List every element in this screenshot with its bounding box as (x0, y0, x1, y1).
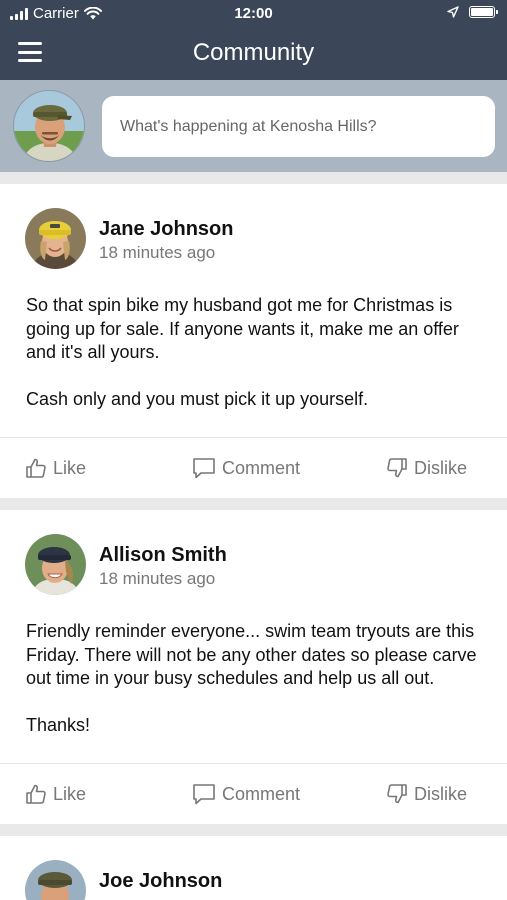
post-timestamp: 18 minutes ago (99, 243, 216, 262)
author-avatar[interactable] (25, 208, 86, 269)
comment-button[interactable]: Comment (192, 457, 300, 479)
post-card: Joe Johnson (0, 836, 507, 900)
post-composer (0, 80, 507, 172)
dislike-label: Dislike (414, 457, 468, 478)
page-title: Community (192, 39, 315, 66)
post-author[interactable]: Jane Johnson (99, 218, 233, 241)
author-avatar[interactable] (25, 860, 86, 900)
post-card: Allison Smith 18 minutes ago Friendly re… (0, 510, 507, 824)
dislike-button[interactable]: Dislike (386, 783, 467, 805)
post-header: Allison Smith 18 minutes ago (0, 510, 507, 596)
comment-label: Comment (222, 783, 301, 804)
post-paragraph: Cash only and you must pick it up yourse… (26, 388, 369, 409)
post-actions: Like Comment Dislike (0, 763, 507, 824)
thumbs-down-icon (387, 458, 407, 478)
comment-button[interactable]: Comment (192, 783, 300, 805)
post-paragraph: Thanks! (26, 714, 91, 735)
post-header: Joe Johnson (0, 836, 507, 900)
post-author[interactable]: Joe Johnson (99, 870, 222, 893)
current-user-avatar[interactable] (13, 90, 85, 162)
thumbs-up-icon (26, 784, 46, 804)
post-timestamp: 18 minutes ago (99, 569, 216, 588)
status-time: 12:00 (234, 5, 273, 22)
thumbs-down-icon (387, 784, 407, 804)
location-arrow-icon (447, 6, 459, 18)
like-button[interactable]: Like (25, 783, 86, 805)
post-card: Jane Johnson 18 minutes ago So that spin… (0, 184, 507, 498)
post-body: So that spin bike my husband got me for … (0, 270, 507, 437)
status-bar: Carrier 12:00 (0, 0, 507, 28)
like-button[interactable]: Like (25, 457, 86, 479)
post-paragraph: Friendly reminder everyone... swim team … (26, 621, 477, 688)
author-avatar[interactable] (25, 534, 86, 595)
post-body: Friendly reminder everyone... swim team … (0, 596, 507, 763)
status-input[interactable] (102, 96, 495, 157)
post-author[interactable]: Allison Smith (99, 544, 227, 567)
comment-bubble-icon (193, 458, 215, 479)
battery-icon (469, 6, 498, 18)
post-actions: Like Comment Dislike (0, 437, 507, 498)
post-header: Jane Johnson 18 minutes ago (0, 184, 507, 270)
like-label: Like (53, 457, 87, 478)
post-paragraph: So that spin bike my husband got me for … (26, 295, 459, 362)
nav-bar: Community (0, 28, 507, 80)
dislike-label: Dislike (414, 783, 468, 804)
feed: Jane Johnson 18 minutes ago So that spin… (0, 184, 507, 900)
comment-label: Comment (222, 457, 301, 478)
like-label: Like (53, 783, 87, 804)
dislike-button[interactable]: Dislike (386, 457, 467, 479)
comment-bubble-icon (193, 784, 215, 805)
thumbs-up-icon (26, 458, 46, 478)
status-right (447, 6, 498, 18)
